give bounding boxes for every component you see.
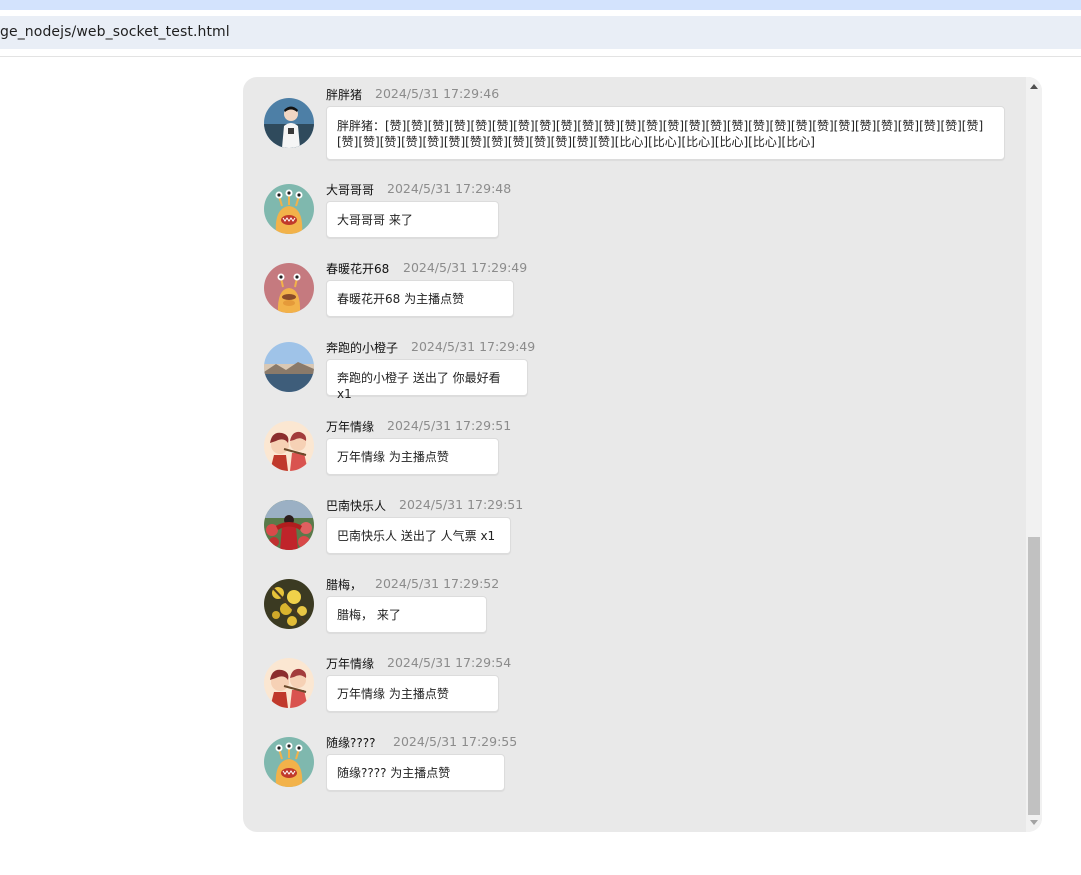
- message-time: 2024/5/31 17:29:55: [393, 734, 518, 749]
- message-bubble: 春暖花开68 为主播点赞: [326, 280, 514, 317]
- sender-name: 腊梅，: [326, 578, 363, 592]
- message-time: 2024/5/31 17:29:51: [399, 497, 524, 512]
- message-bubble: 万年情缘 为主播点赞: [326, 438, 499, 475]
- message-time: 2024/5/31 17:29:54: [387, 655, 512, 670]
- scroll-up-arrow-icon[interactable]: [1030, 84, 1038, 89]
- avatar: [264, 342, 314, 392]
- toolbar-divider: [0, 56, 1081, 57]
- monster-icon: [264, 263, 314, 313]
- message-bubble: 胖胖猪：[赞][赞][赞][赞][赞][赞][赞][赞][赞][赞][赞][赞]…: [326, 106, 1005, 160]
- couple-cartoon-icon: [264, 658, 314, 708]
- url-text[interactable]: ge_nodejs/web_socket_test.html: [0, 24, 230, 40]
- sender-name: 万年情缘: [326, 657, 375, 671]
- scroll-down-arrow-icon[interactable]: [1030, 820, 1038, 825]
- message-bubble: 奔跑的小橙子 送出了 你最好看 x1: [326, 359, 528, 401]
- message-time: 2024/5/31 17:29:46: [375, 86, 500, 101]
- vertical-scrollbar[interactable]: [1026, 77, 1042, 832]
- message-list: 胖胖猪 2024/5/31 17:29:46 胖胖猪：[赞][赞][赞][赞][…: [243, 77, 1026, 832]
- avatar: [264, 98, 314, 148]
- chat-panel: 胖胖猪 2024/5/31 17:29:46 胖胖猪：[赞][赞][赞][赞][…: [243, 77, 1042, 832]
- sender-name: 随缘????: [326, 736, 376, 750]
- browser-tab-strip: [0, 0, 1081, 10]
- message-time: 2024/5/31 17:29:49: [411, 339, 536, 354]
- yellow-flowers-photo-icon: [264, 579, 314, 629]
- monster-icon: [264, 184, 314, 234]
- message-time: 2024/5/31 17:29:52: [375, 576, 500, 591]
- message-bubble: 腊梅， 来了: [326, 596, 487, 633]
- avatar: [264, 658, 314, 708]
- message-time: 2024/5/31 17:29:48: [387, 181, 512, 196]
- message-bubble: 万年情缘 为主播点赞: [326, 675, 499, 712]
- avatar: [264, 500, 314, 550]
- message-time: 2024/5/31 17:29:51: [387, 418, 512, 433]
- sender-name: 春暖花开68: [326, 262, 390, 276]
- scrollbar-thumb[interactable]: [1028, 537, 1040, 815]
- couple-cartoon-icon: [264, 421, 314, 471]
- avatar: [264, 579, 314, 629]
- landscape-photo-icon: [264, 342, 314, 392]
- message-bubble: 巴南快乐人 送出了 人气票 x1: [326, 517, 511, 554]
- avatar: [264, 263, 314, 313]
- sender-name: 大哥哥哥: [326, 183, 375, 197]
- avatar: [264, 184, 314, 234]
- monster-icon: [264, 737, 314, 787]
- flower-person-photo-icon: [264, 500, 314, 550]
- sender-name: 巴南快乐人: [326, 499, 387, 513]
- sender-name: 胖胖猪: [326, 88, 363, 102]
- message-time: 2024/5/31 17:29:49: [403, 260, 528, 275]
- sender-name: 奔跑的小橙子: [326, 341, 399, 355]
- portrait-photo-icon: [264, 98, 314, 148]
- sender-name: 万年情缘: [326, 420, 375, 434]
- avatar: [264, 421, 314, 471]
- avatar: [264, 737, 314, 787]
- message-bubble: 大哥哥哥 来了: [326, 201, 499, 238]
- message-bubble: 随缘???? 为主播点赞: [326, 754, 505, 791]
